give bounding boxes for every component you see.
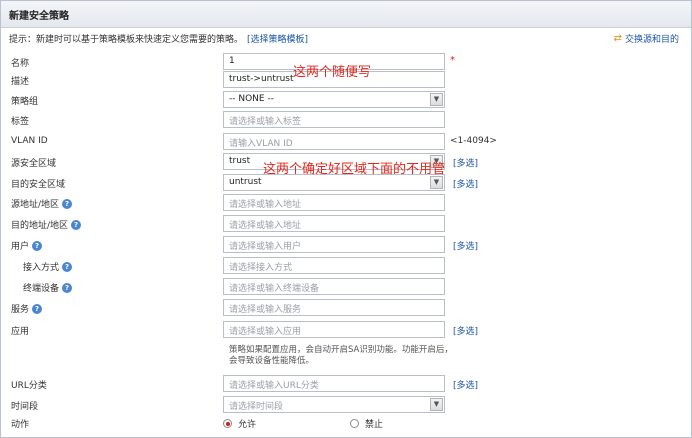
terminal-device-label: 终端设备? (23, 281, 73, 294)
row-time-range: 时间段 请选择时间段 ▼ (1, 396, 692, 416)
dialog-titlebar: 新建安全策略 (1, 1, 691, 28)
application-label: 应用 (11, 327, 30, 337)
policy-group-label: 策略组 (11, 97, 39, 107)
destination-address-label: 目的地址/地区? (11, 218, 82, 231)
row-tag: 标签 请选择或输入标签 (1, 111, 692, 131)
help-icon[interactable]: ? (62, 198, 73, 209)
source-address-label-text: 源地址/地区 (11, 200, 60, 210)
row-service: 服务? 请选择或输入服务 (1, 299, 692, 319)
destination-zone-label: 目的安全区域 (11, 180, 66, 190)
vlan-id-label: VLAN ID (11, 136, 48, 146)
destination-address-field[interactable]: 请选择或输入地址 (223, 215, 445, 232)
radio-unselected-icon[interactable] (350, 419, 359, 428)
swap-icon: ⇄ (613, 33, 622, 44)
row-vlan-id: VLAN ID 请输入VLAN ID <1-4094> (1, 133, 692, 153)
swap-src-dst-button[interactable]: ⇄ 交换源和目的 (614, 32, 679, 45)
source-address-field[interactable]: 请选择或输入地址 (223, 194, 445, 211)
terminal-device-field[interactable]: 请选择或输入终端设备 (223, 278, 445, 295)
hint-text: 提示：新建时可以基于策略模板来快速定义您需要的策略。 (9, 35, 244, 45)
access-mode-label-text: 接入方式 (23, 263, 60, 273)
url-category-field[interactable]: 请选择或输入URL分类 (223, 375, 445, 392)
url-category-label: URL分类 (11, 381, 47, 391)
user-label: 用户? (11, 239, 43, 252)
chevron-down-icon[interactable]: ▼ (430, 176, 443, 189)
time-range-label: 时间段 (11, 402, 39, 412)
action-deny-label: 禁止 (365, 420, 384, 430)
action-deny-radio[interactable]: 禁止 (350, 417, 383, 430)
chevron-down-icon[interactable]: ▼ (430, 93, 443, 106)
time-range-select[interactable]: 请选择时间段 ▼ (223, 396, 445, 413)
tag-field[interactable]: 请选择或输入标签 (223, 111, 445, 128)
radio-selected-icon[interactable] (223, 419, 232, 428)
policy-group-value: -- NONE -- (229, 94, 274, 104)
user-field[interactable]: 请选择或输入用户 (223, 236, 445, 253)
row-destination-zone: 目的安全区域 untrust ▼ [多选] (1, 174, 692, 194)
row-application: 应用 请选择或输入应用 [多选] (1, 321, 692, 341)
help-icon[interactable]: ? (32, 303, 43, 314)
source-zone-value: trust (229, 156, 251, 166)
new-security-policy-dialog: 新建安全策略 提示：新建时可以基于策略模板来快速定义您需要的策略。 [选择策略模板… (0, 0, 692, 438)
user-label-text: 用户 (11, 242, 30, 252)
access-mode-field[interactable]: 请选择接入方式 (223, 257, 445, 274)
action-label: 动作 (11, 420, 30, 430)
service-label: 服务? (11, 302, 43, 315)
source-zone-multi-select-link[interactable]: [多选] (453, 156, 478, 169)
help-icon[interactable]: ? (62, 261, 73, 272)
row-destination-address: 目的地址/地区? 请选择或输入地址 (1, 215, 692, 235)
action-allow-label: 允许 (238, 420, 257, 430)
tag-label: 标签 (11, 117, 30, 127)
row-user: 用户? 请选择或输入用户 [多选] (1, 236, 692, 256)
help-icon[interactable]: ? (32, 240, 43, 251)
access-mode-label: 接入方式? (23, 260, 73, 273)
name-label: 名称 (11, 59, 30, 69)
action-allow-radio[interactable]: 允许 (223, 417, 256, 430)
vlan-range-hint: <1-4094> (450, 136, 497, 146)
help-icon[interactable]: ? (71, 219, 82, 230)
policy-group-select[interactable]: -- NONE -- ▼ (223, 91, 445, 108)
select-template-link[interactable]: [选择策略模板] (247, 35, 308, 45)
time-range-placeholder: 请选择时间段 (229, 402, 284, 412)
source-address-label: 源地址/地区? (11, 197, 73, 210)
destination-zone-value: untrust (229, 177, 262, 187)
source-zone-label: 源安全区域 (11, 159, 57, 169)
chevron-down-icon[interactable]: ▼ (430, 398, 443, 411)
service-field[interactable]: 请选择或输入服务 (223, 299, 445, 316)
row-terminal-device: 终端设备? 请选择或输入终端设备 (1, 278, 692, 298)
url-category-multi-select-link[interactable]: [多选] (453, 378, 478, 391)
required-mark: * (450, 55, 455, 66)
destination-zone-multi-select-link[interactable]: [多选] (453, 177, 478, 190)
terminal-device-label-text: 终端设备 (23, 284, 60, 294)
help-icon[interactable]: ? (62, 282, 73, 293)
application-note: 策略如果配置应用，会自动开启SA识别功能。功能开启后，会导致设备性能降低。 (229, 345, 453, 366)
row-source-address: 源地址/地区? 请选择或输入地址 (1, 194, 692, 214)
annotation-text-1: 这两个随便写 (293, 65, 372, 80)
dialog-title: 新建安全策略 (9, 10, 69, 22)
application-multi-select-link[interactable]: [多选] (453, 324, 478, 337)
description-label: 描述 (11, 77, 30, 87)
vlan-id-field[interactable]: 请输入VLAN ID (223, 133, 445, 150)
application-field[interactable]: 请选择或输入应用 (223, 321, 445, 338)
hint-bar: 提示：新建时可以基于策略模板来快速定义您需要的策略。 [选择策略模板] (9, 32, 308, 45)
row-policy-group: 策略组 -- NONE -- ▼ (1, 91, 692, 111)
service-label-text: 服务 (11, 305, 30, 315)
swap-label: 交换源和目的 (624, 35, 679, 45)
annotation-text-2: 这两个确定好区域下面的不用管 (263, 162, 446, 177)
user-multi-select-link[interactable]: [多选] (453, 239, 478, 252)
row-access-mode: 接入方式? 请选择接入方式 (1, 257, 692, 277)
destination-address-label-text: 目的地址/地区 (11, 221, 69, 231)
row-url-category: URL分类 请选择或输入URL分类 [多选] (1, 375, 692, 395)
